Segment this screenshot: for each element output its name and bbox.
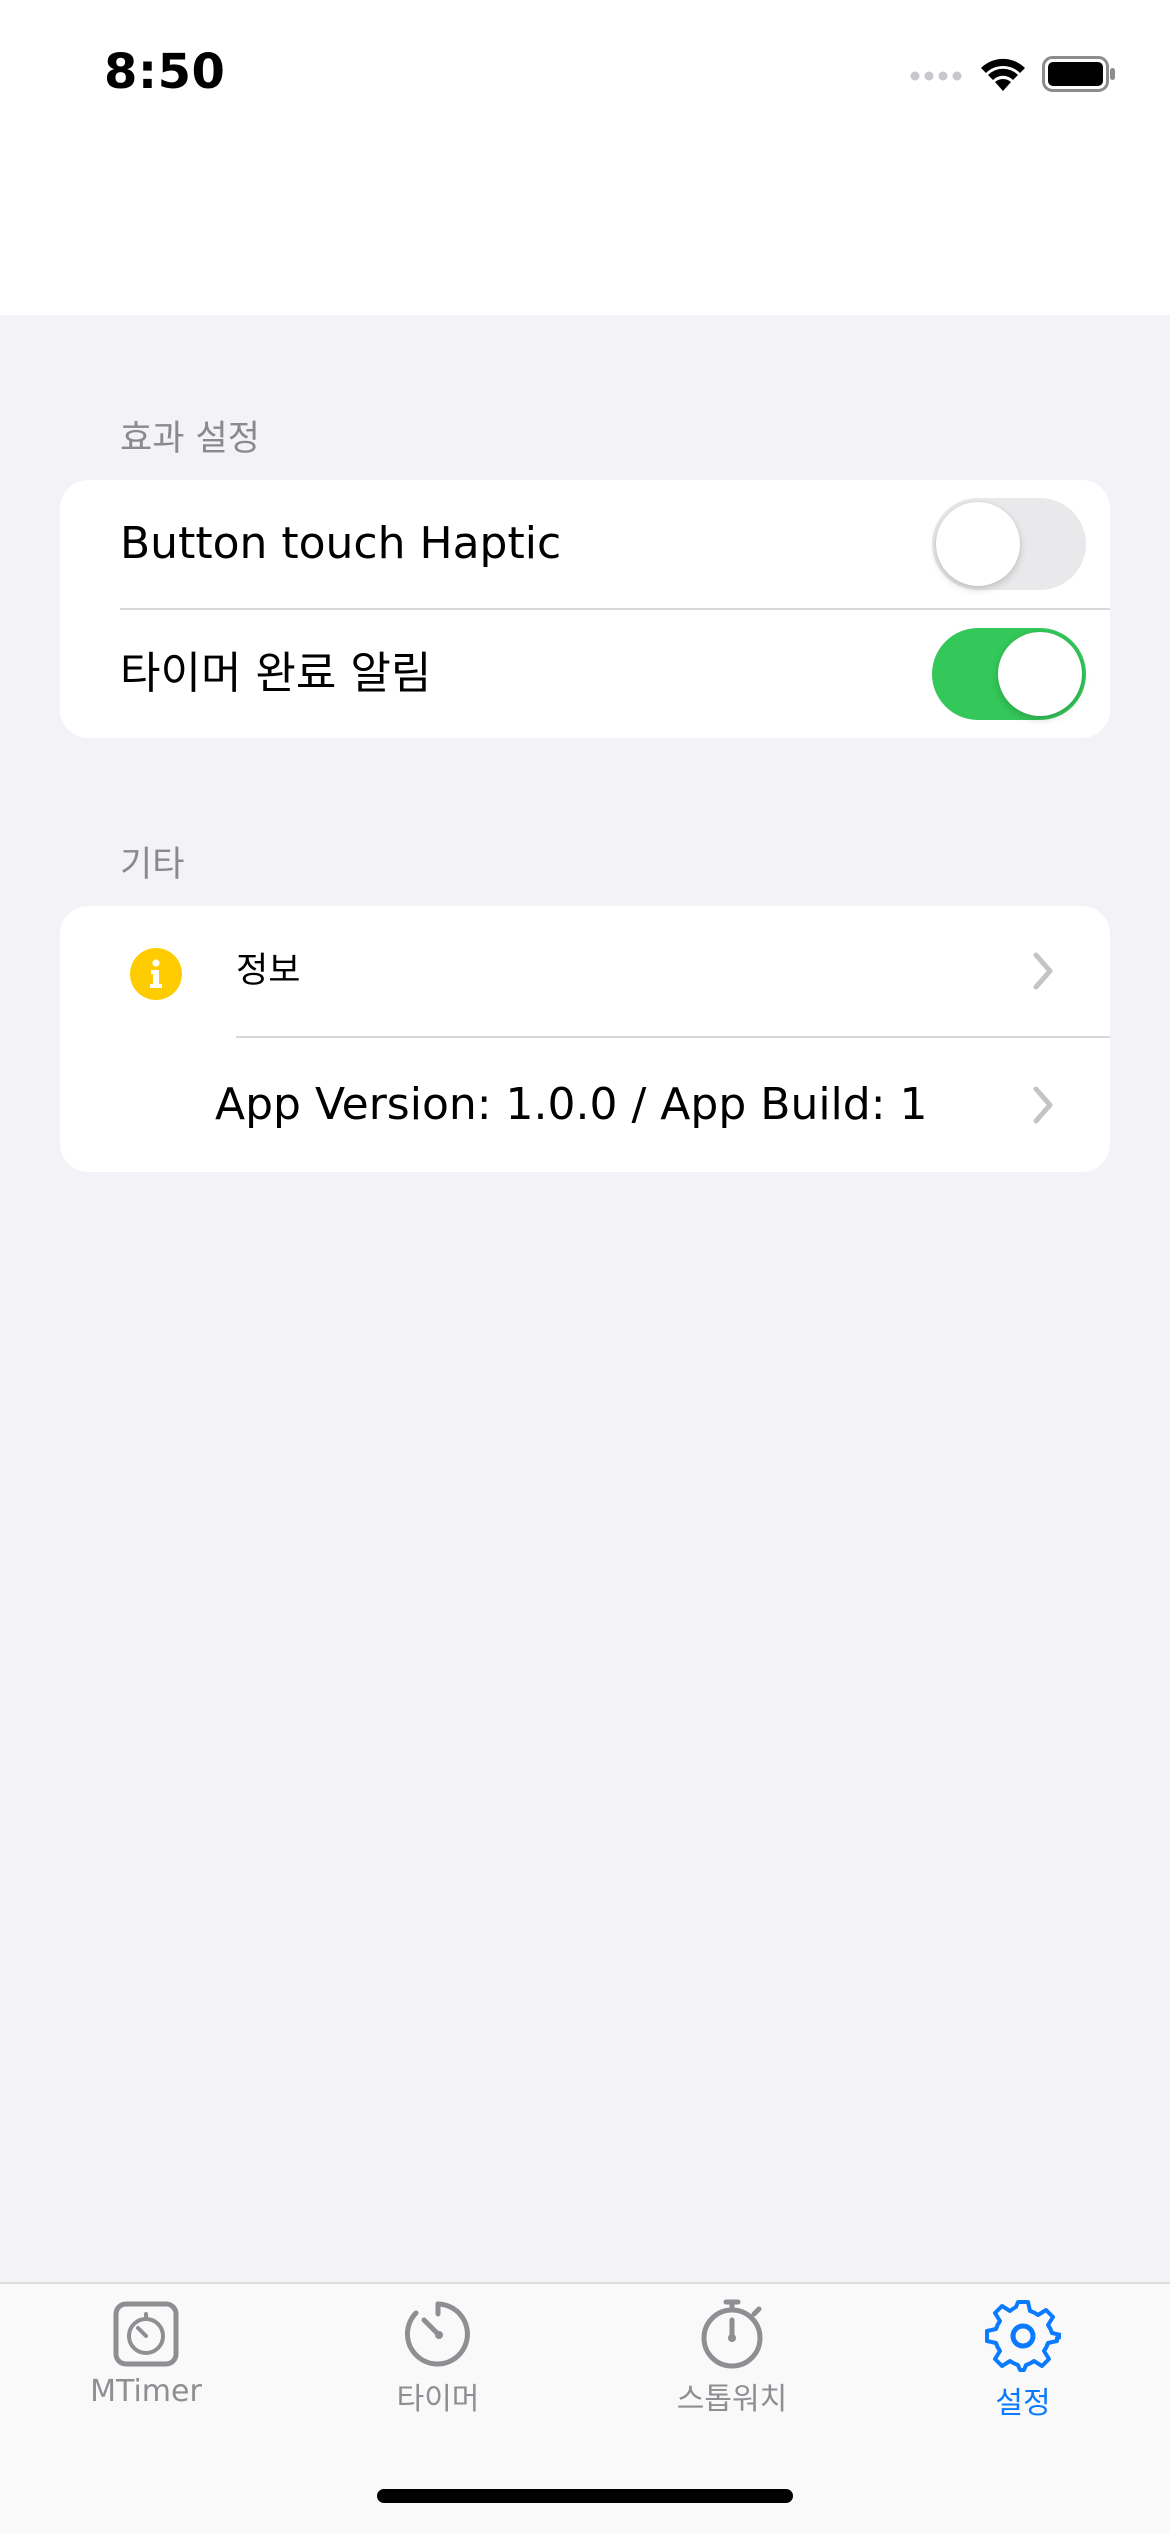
- app-version-label: App Version: 1.0.0 / App Build: 1: [215, 1079, 928, 1130]
- toggle-knob: [998, 632, 1082, 716]
- status-bar: 8:50: [0, 0, 1170, 150]
- section-header-other: 기타: [120, 845, 185, 885]
- haptic-toggle[interactable]: [932, 498, 1086, 590]
- info-icon: [130, 948, 182, 1000]
- other-settings-group: 정보 App Version: 1.0.0 / App Build: 1: [60, 906, 1110, 1172]
- setting-label-timer-alert: 타이머 완료 알림: [120, 648, 432, 699]
- tab-settings[interactable]: 설정: [903, 2298, 1143, 2438]
- mtimer-icon: [113, 2301, 179, 2367]
- wifi-icon: [981, 58, 1025, 91]
- chevron-right-icon: [1033, 1086, 1053, 1124]
- chevron-right-icon: [1033, 952, 1053, 990]
- tab-label-mtimer: MTimer: [90, 2374, 202, 2409]
- tab-label-timer: 타이머: [396, 2382, 480, 2417]
- cellular-signal-icon: [910, 71, 962, 81]
- setting-row-button-haptic: Button touch Haptic: [60, 480, 1110, 608]
- app-version-row[interactable]: App Version: 1.0.0 / App Build: 1: [60, 1038, 1110, 1172]
- tab-timer[interactable]: 타이머: [318, 2298, 558, 2438]
- info-label: 정보: [236, 951, 301, 991]
- timer-icon: [404, 2301, 470, 2367]
- timer-alert-toggle[interactable]: [932, 628, 1086, 720]
- tab-stopwatch[interactable]: 스톱워치: [612, 2298, 852, 2438]
- tab-label-settings: 설정: [995, 2386, 1051, 2421]
- tab-mtimer[interactable]: MTimer: [26, 2298, 266, 2438]
- info-row[interactable]: 정보: [60, 906, 1110, 1036]
- home-indicator: [377, 2489, 793, 2503]
- toggle-knob: [936, 502, 1020, 586]
- status-icons: [910, 52, 1116, 96]
- battery-icon: [1042, 56, 1115, 92]
- setting-label-button-haptic: Button touch Haptic: [120, 518, 562, 569]
- tab-label-stopwatch: 스톱워치: [676, 2382, 788, 2417]
- section-header-effects: 효과 설정: [120, 419, 260, 459]
- status-time: 8:50: [104, 44, 226, 100]
- navigation-bar: [0, 150, 1170, 315]
- stopwatch-icon: [701, 2299, 763, 2369]
- effects-settings-group: Button touch Haptic 타이머 완료 알림: [60, 480, 1110, 738]
- setting-row-timer-alert: 타이머 완료 알림: [60, 610, 1110, 738]
- gear-icon: [985, 2300, 1061, 2372]
